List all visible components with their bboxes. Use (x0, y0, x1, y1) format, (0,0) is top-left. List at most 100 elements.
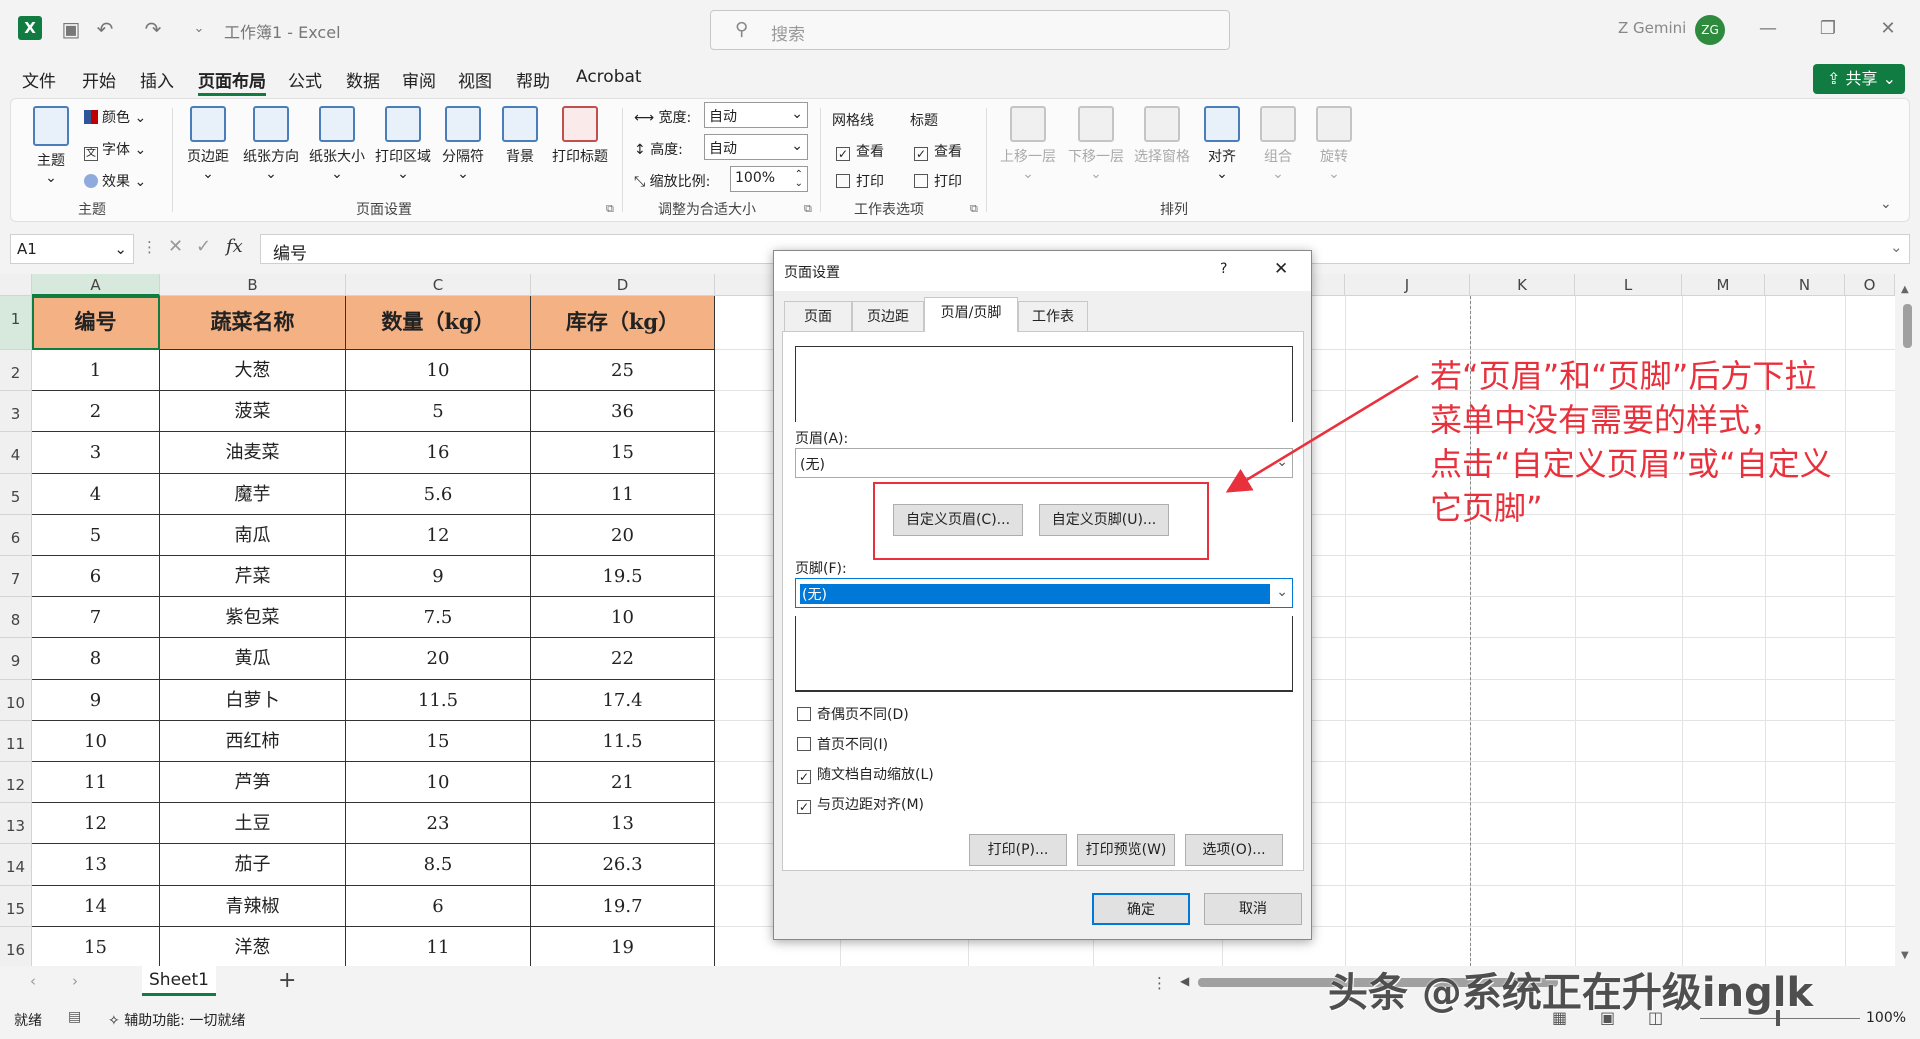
table-cell[interactable]: 19.7 (531, 885, 715, 927)
row-header[interactable]: 9 (0, 638, 32, 680)
tab-review[interactable]: 审阅 (402, 67, 436, 92)
table-cell[interactable]: 10 (32, 720, 160, 762)
table-cell[interactable]: 15 (32, 926, 160, 966)
group-objects-button[interactable]: 组合 ⌄ (1254, 106, 1302, 182)
column-header[interactable]: J (1345, 274, 1470, 296)
table-cell[interactable]: 土豆 (160, 803, 346, 845)
table-cell[interactable]: 6 (32, 556, 160, 598)
table-cell[interactable]: 3 (32, 432, 160, 474)
column-header[interactable]: O (1845, 274, 1895, 296)
table-cell[interactable]: 20 (346, 638, 531, 680)
dialog-tab-header-footer[interactable]: 页眉/页脚 (924, 297, 1018, 332)
tab-view[interactable]: 视图 (458, 67, 492, 92)
add-sheet-button[interactable]: + (278, 968, 296, 993)
table-cell[interactable]: 5.6 (346, 473, 531, 515)
header-select[interactable]: (无) ⌄ (795, 448, 1293, 478)
dialog-tab-sheet[interactable]: 工作表 (1018, 301, 1088, 331)
footer-select[interactable]: (无) ⌄ (795, 578, 1293, 608)
table-cell[interactable]: 大葱 (160, 350, 346, 392)
sheet-tab-sheet1[interactable]: Sheet1 (142, 966, 216, 996)
share-button[interactable]: ⇪ 共享 ⌄ (1813, 64, 1905, 94)
stepper-arrows-icon[interactable]: ⌃ ⌄ (795, 170, 803, 189)
table-cell[interactable]: 白萝卜 (160, 679, 346, 721)
row-header[interactable]: 8 (0, 597, 32, 639)
table-cell[interactable]: 23 (346, 803, 531, 845)
row-header[interactable]: 14 (0, 844, 32, 886)
redo-icon[interactable]: ↷ (140, 16, 166, 42)
table-cell[interactable]: 13 (531, 803, 715, 845)
table-cell[interactable]: 19 (531, 926, 715, 966)
accessibility-status[interactable]: ✧ 辅助功能: 一切就绪 (108, 1010, 245, 1030)
tab-home[interactable]: 开始 (82, 67, 116, 92)
table-cell[interactable]: 8 (32, 638, 160, 680)
scale-launcher-icon[interactable]: ⧉ (804, 202, 812, 216)
table-cell[interactable]: 茄子 (160, 844, 346, 886)
table-cell[interactable]: 26.3 (531, 844, 715, 886)
cancel-button[interactable]: 取消 (1204, 893, 1302, 925)
row-header[interactable]: 5 (0, 473, 32, 515)
table-cell[interactable]: 10 (346, 350, 531, 392)
table-cell[interactable]: 1 (32, 350, 160, 392)
row-header[interactable]: 13 (0, 803, 32, 845)
restore-icon[interactable]: ❐ (1808, 14, 1848, 44)
scale-with-document-checkbox[interactable]: ✓ 随文档自动缩放(L) (797, 764, 934, 784)
table-cell[interactable]: 9 (32, 679, 160, 721)
table-cell[interactable]: 10 (346, 762, 531, 804)
minimize-icon[interactable]: — (1748, 14, 1788, 44)
column-header[interactable]: L (1575, 274, 1682, 296)
table-cell[interactable]: 7 (32, 597, 160, 639)
selection-pane-button[interactable]: 选择窗格 (1130, 106, 1194, 166)
table-header-cell[interactable]: 蔬菜名称 (160, 296, 346, 350)
insert-function-icon[interactable]: fx (226, 236, 243, 257)
table-cell[interactable]: 15 (346, 720, 531, 762)
row-header[interactable]: 2 (0, 350, 32, 392)
align-with-margins-checkbox[interactable]: ✓ 与页边距对齐(M) (797, 794, 924, 814)
tab-page-layout[interactable]: 页面布局 (198, 67, 266, 92)
print-preview-button[interactable]: 打印预览(W) (1077, 834, 1175, 866)
options-button[interactable]: 选项(O)... (1185, 834, 1283, 866)
column-header[interactable]: N (1765, 274, 1845, 296)
table-cell[interactable]: 11.5 (346, 679, 531, 721)
table-header-cell[interactable]: 编号 (32, 296, 160, 350)
zoom-level[interactable]: 100% (1866, 1010, 1906, 1026)
table-cell[interactable]: 紫包菜 (160, 597, 346, 639)
tab-formulas[interactable]: 公式 (288, 67, 322, 92)
more-icon[interactable]: ⋮ (142, 238, 157, 256)
column-header[interactable]: M (1682, 274, 1765, 296)
gridlines-print-checkbox[interactable]: 打印 (836, 171, 884, 191)
enter-icon[interactable]: ✓ (196, 236, 211, 257)
search-input[interactable]: ⚲ 搜索 (710, 10, 1230, 50)
themes-button[interactable]: 主题 ⌄ (28, 106, 74, 186)
height-select[interactable]: 自动 ⌄ (704, 134, 808, 160)
row-header[interactable]: 15 (0, 885, 32, 927)
hscroll-left-icon[interactable]: ◀ (1180, 974, 1189, 988)
table-cell[interactable]: 21 (531, 762, 715, 804)
table-cell[interactable]: 魔芋 (160, 473, 346, 515)
row-header[interactable]: 12 (0, 762, 32, 804)
headings-view-checkbox[interactable]: ✓ 查看 (914, 141, 962, 161)
effects-button[interactable]: 效果 ⌄ (84, 171, 146, 191)
column-header[interactable]: K (1470, 274, 1575, 296)
table-cell[interactable]: 13 (32, 844, 160, 886)
next-sheet-icon[interactable]: › (72, 972, 78, 990)
table-cell[interactable]: 洋葱 (160, 926, 346, 966)
gridlines-view-checkbox[interactable]: ✓ 查看 (836, 141, 884, 161)
size-button[interactable]: 纸张大小 ⌄ (306, 106, 368, 182)
different-odd-even-checkbox[interactable]: 奇偶页不同(D) (797, 704, 909, 724)
table-header-cell[interactable]: 数量（kg） (346, 296, 531, 350)
macro-record-icon[interactable]: ▤ (68, 1009, 81, 1025)
table-cell[interactable]: 36 (531, 391, 715, 433)
table-cell[interactable]: 9 (346, 556, 531, 598)
table-cell[interactable]: 南瓜 (160, 514, 346, 556)
align-button[interactable]: 对齐 ⌄ (1198, 106, 1246, 182)
table-cell[interactable]: 25 (531, 350, 715, 392)
width-select[interactable]: 自动 ⌄ (704, 102, 808, 128)
background-button[interactable]: 背景 (496, 106, 544, 166)
table-cell[interactable]: 11 (531, 473, 715, 515)
row-header[interactable]: 6 (0, 514, 32, 556)
table-cell[interactable]: 15 (531, 432, 715, 474)
name-box[interactable]: A1 ⌄ (10, 234, 134, 264)
avatar[interactable]: ZG (1695, 15, 1725, 45)
expand-formula-icon[interactable]: ⌄ (1890, 238, 1903, 256)
cancel-icon[interactable]: ✕ (168, 236, 183, 257)
